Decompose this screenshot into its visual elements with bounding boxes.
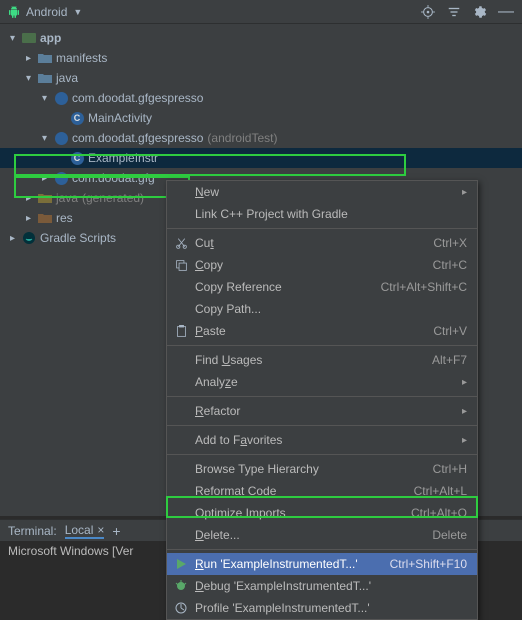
android-icon bbox=[8, 6, 20, 18]
menu-separator bbox=[167, 228, 477, 229]
folder-icon bbox=[38, 51, 52, 65]
menu-item-copy-reference[interactable]: Copy ReferenceCtrl+Alt+Shift+C bbox=[167, 276, 477, 298]
gradle-icon bbox=[22, 231, 36, 245]
menu-item-run[interactable]: Run 'ExampleInstrumentedT...'Ctrl+Shift+… bbox=[167, 553, 477, 575]
class-icon: C bbox=[70, 151, 84, 165]
class-icon: C bbox=[70, 111, 84, 125]
terminal-label: Terminal: bbox=[8, 524, 57, 538]
tree-node-package-androidtest[interactable]: com.doodat.gfgespresso (androidTest) bbox=[0, 128, 522, 148]
menu-item-paste[interactable]: PasteCtrl+V bbox=[167, 320, 477, 342]
profile-icon bbox=[173, 600, 189, 616]
run-icon bbox=[173, 556, 189, 572]
menu-item-link-cpp[interactable]: Link C++ Project with Gradle bbox=[167, 203, 477, 225]
menu-item-delete[interactable]: Delete...Delete bbox=[167, 524, 477, 546]
menu-item-reformat-code[interactable]: Reformat CodeCtrl+Alt+L bbox=[167, 480, 477, 502]
menu-item-find-usages[interactable]: Find UsagesAlt+F7 bbox=[167, 349, 477, 371]
cut-icon bbox=[173, 235, 189, 251]
menu-separator bbox=[167, 425, 477, 426]
folder-res-icon bbox=[38, 211, 52, 225]
menu-item-optimize-imports[interactable]: Optimize ImportsCtrl+Alt+O bbox=[167, 502, 477, 524]
copy-icon bbox=[173, 257, 189, 273]
gear-icon[interactable] bbox=[472, 4, 488, 20]
terminal-tab[interactable]: Local × bbox=[65, 523, 105, 539]
dropdown-arrow: ▼ bbox=[73, 7, 82, 17]
menu-item-analyze[interactable]: Analyze bbox=[167, 371, 477, 393]
menu-separator bbox=[167, 454, 477, 455]
tree-label: app bbox=[40, 31, 61, 45]
tree-node-package[interactable]: com.doodat.gfgespresso bbox=[0, 88, 522, 108]
tree-node-app[interactable]: app bbox=[0, 28, 522, 48]
tree-label: manifests bbox=[56, 51, 107, 65]
tree-node-manifests[interactable]: manifests bbox=[0, 48, 522, 68]
menu-item-profile[interactable]: Profile 'ExampleInstrumentedT...' bbox=[167, 597, 477, 619]
menu-separator bbox=[167, 396, 477, 397]
filter-icon[interactable] bbox=[446, 4, 462, 20]
tree-label: java bbox=[56, 71, 78, 85]
panel-title[interactable]: Android ▼ bbox=[8, 5, 82, 19]
tree-node-class[interactable]: C MainActivity bbox=[0, 108, 522, 128]
tree-node-java[interactable]: java bbox=[0, 68, 522, 88]
menu-item-browse-type-hierarchy[interactable]: Browse Type HierarchyCtrl+H bbox=[167, 458, 477, 480]
tree-node-selected[interactable]: C ExampleInstr bbox=[0, 148, 522, 168]
add-terminal-icon[interactable]: + bbox=[112, 523, 120, 539]
package-icon bbox=[54, 171, 68, 185]
tree-label: MainActivity bbox=[88, 111, 152, 125]
tree-label: res bbox=[56, 211, 73, 225]
folder-generated-icon bbox=[38, 191, 52, 205]
menu-item-cut[interactable]: CutCtrl+X bbox=[167, 232, 477, 254]
menu-item-copy-path[interactable]: Copy Path... bbox=[167, 298, 477, 320]
package-icon bbox=[54, 131, 68, 145]
package-icon bbox=[54, 91, 68, 105]
tree-label: com.doodat.gfg bbox=[72, 171, 155, 185]
tree-label: com.doodat.gfgespresso bbox=[72, 91, 203, 105]
tree-suffix: (generated) bbox=[82, 191, 144, 205]
panel-title-text: Android bbox=[26, 5, 67, 19]
menu-item-copy[interactable]: CopyCtrl+C bbox=[167, 254, 477, 276]
module-icon bbox=[22, 31, 36, 45]
minimize-icon[interactable]: — bbox=[498, 4, 514, 20]
context-menu: NNewew Link C++ Project with Gradle CutC… bbox=[166, 180, 478, 620]
tree-label: com.doodat.gfgespresso bbox=[72, 131, 203, 145]
debug-icon bbox=[173, 578, 189, 594]
folder-icon bbox=[38, 71, 52, 85]
target-icon[interactable] bbox=[420, 4, 436, 20]
close-icon[interactable]: × bbox=[97, 523, 104, 537]
tree-label: Gradle Scripts bbox=[40, 231, 116, 245]
menu-item-refactor[interactable]: Refactor bbox=[167, 400, 477, 422]
paste-icon bbox=[173, 323, 189, 339]
tree-suffix: (androidTest) bbox=[207, 131, 277, 145]
menu-item-new[interactable]: NNewew bbox=[167, 181, 477, 203]
menu-item-add-favorites[interactable]: Add to Favorites bbox=[167, 429, 477, 451]
menu-separator bbox=[167, 549, 477, 550]
menu-item-debug[interactable]: Debug 'ExampleInstrumentedT...' bbox=[167, 575, 477, 597]
tree-label: java bbox=[56, 191, 78, 205]
tree-label: ExampleInstr bbox=[88, 151, 158, 165]
menu-separator bbox=[167, 345, 477, 346]
